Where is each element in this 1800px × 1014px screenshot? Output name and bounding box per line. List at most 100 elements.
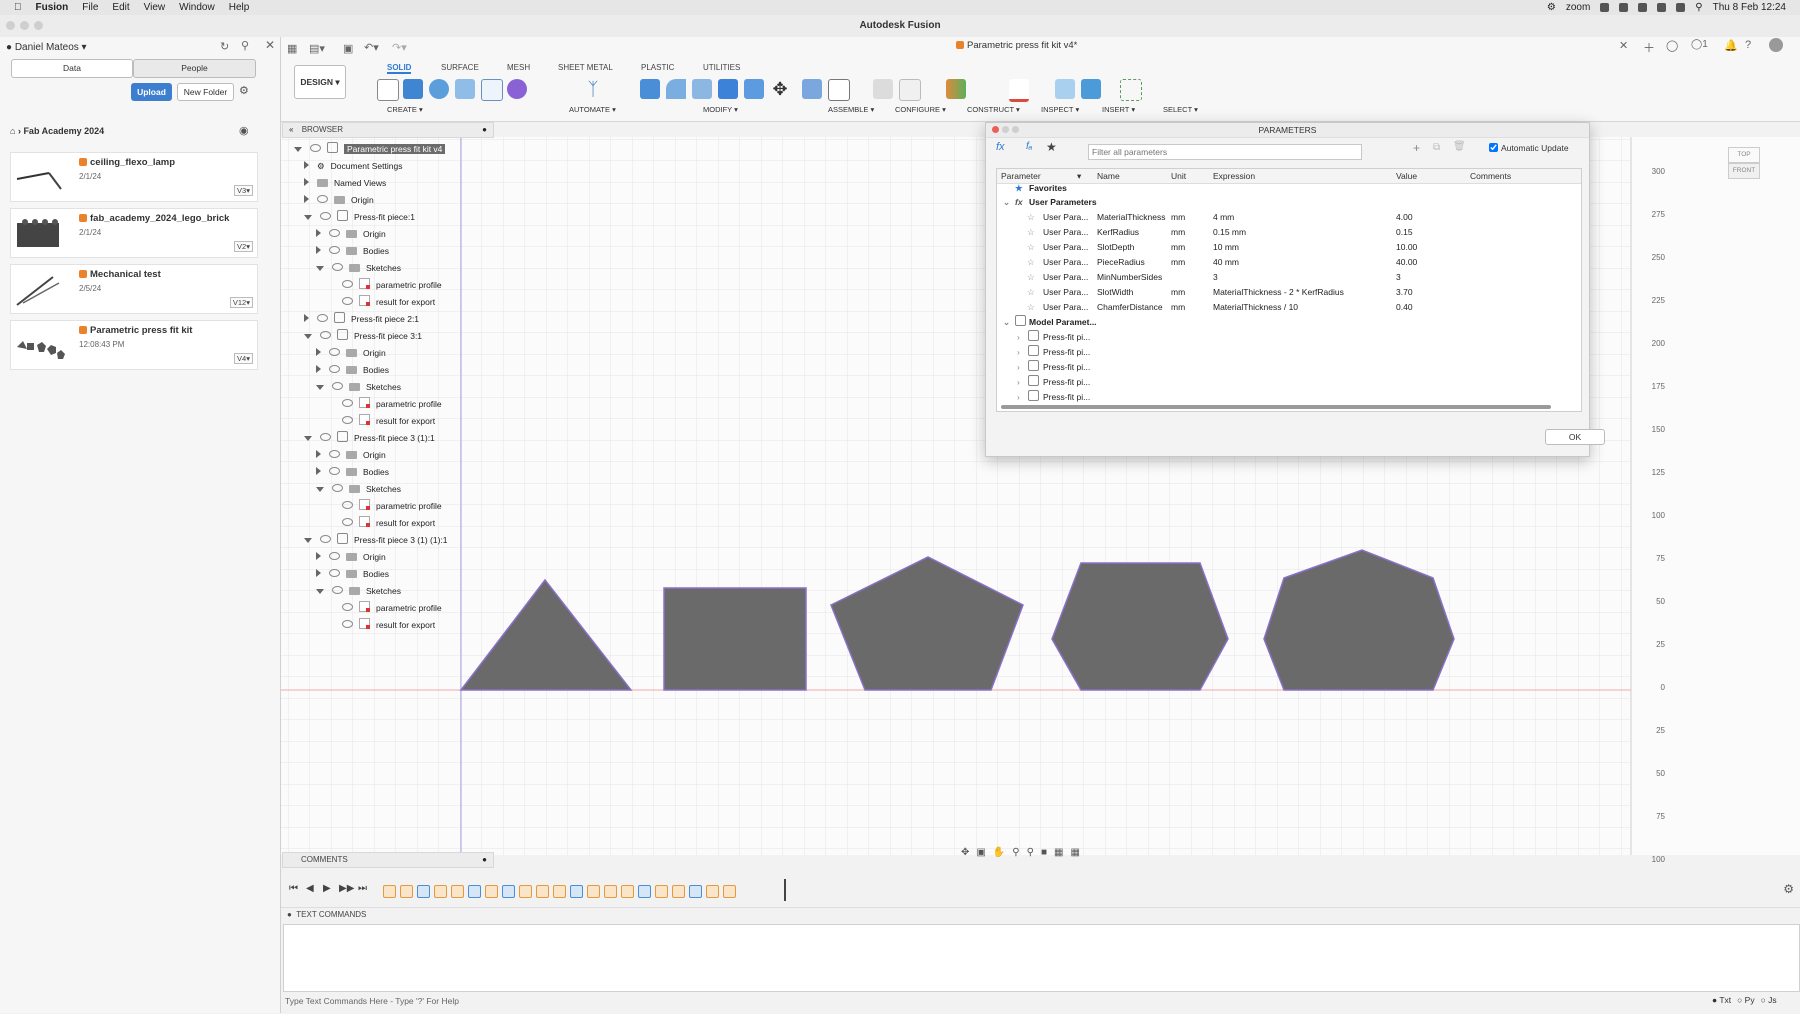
model-parameter-row[interactable]: › Press-fit pi... (997, 390, 1581, 404)
browser-header[interactable]: « BROWSER ● (282, 122, 494, 138)
extrude-icon[interactable] (403, 79, 423, 99)
timeline-feature[interactable] (383, 885, 396, 898)
visibility-icon[interactable] (329, 467, 340, 475)
gear-status-icon[interactable]: ⚙ (1547, 2, 1556, 13)
file-item[interactable]: fab_academy_2024_lego_brick 2/1/24 V2▾ (10, 208, 258, 258)
visibility-icon[interactable] (329, 348, 340, 356)
menu-view[interactable]: View (144, 2, 166, 13)
fit-icon[interactable]: ⚲ (1027, 847, 1034, 858)
status-icon[interactable] (1600, 3, 1610, 12)
configure-icon[interactable] (873, 79, 893, 99)
tree-item[interactable]: Bodies (316, 567, 389, 581)
timeline-feature[interactable] (570, 885, 583, 898)
tree-item[interactable]: Press-fit piece 3 (1):1 (304, 431, 435, 445)
move-icon[interactable]: ✥ (770, 79, 790, 99)
timeline-prev-icon[interactable]: ◀ (306, 883, 314, 894)
measure-icon[interactable] (1009, 79, 1029, 102)
visibility-icon[interactable] (332, 586, 343, 594)
tree-item[interactable]: Bodies (316, 465, 389, 479)
save-icon[interactable]: ▣ (343, 42, 353, 55)
tree-item[interactable]: Bodies (316, 244, 389, 258)
select-icon[interactable] (1120, 79, 1142, 101)
tree-item[interactable]: Sketches (316, 584, 401, 598)
timeline-feature[interactable] (638, 885, 651, 898)
tree-item[interactable]: Sketches (316, 261, 401, 275)
pin-icon[interactable]: ● (482, 123, 487, 137)
timeline-feature[interactable] (536, 885, 549, 898)
timeline-feature[interactable] (672, 885, 685, 898)
visibility-icon[interactable] (329, 229, 340, 237)
fillet-icon[interactable] (666, 79, 686, 99)
automatic-update-toggle[interactable]: Automatic Update (1489, 143, 1569, 153)
create-sketch-icon[interactable] (377, 79, 399, 101)
mode-py[interactable]: ○ Py (1737, 995, 1754, 1005)
pin-icon[interactable]: ● (482, 853, 487, 867)
timeline-feature[interactable] (723, 885, 736, 898)
zoom-window-button[interactable] (34, 21, 43, 30)
timeline-feature[interactable] (451, 885, 464, 898)
globe-icon[interactable]: ◉ (239, 124, 249, 137)
search-icon[interactable]: ⚲ (241, 39, 249, 52)
version-badge[interactable]: V4▾ (234, 353, 253, 364)
grid-icon[interactable]: ▦ (287, 42, 297, 55)
undo-icon[interactable]: ↶▾ (364, 41, 379, 54)
file-item[interactable]: ceiling_flexo_lamp 2/1/24 V3▾ (10, 152, 258, 202)
timeline-feature[interactable] (689, 885, 702, 898)
user-menu[interactable]: ● Daniel Mateos ▾ (6, 42, 87, 53)
tree-item[interactable]: Origin (304, 193, 374, 207)
file-item[interactable]: Parametric press fit kit 12:08:43 PM V4▾ (10, 320, 258, 370)
automate-menu[interactable]: AUTOMATE ▾ (569, 105, 616, 114)
automatic-update-checkbox[interactable] (1489, 143, 1498, 152)
inspect-menu[interactable]: INSPECT ▾ (1041, 105, 1079, 114)
ok-button[interactable]: OK (1545, 429, 1605, 445)
tree-item[interactable]: result for export (342, 516, 435, 530)
filter-parameters-input[interactable] (1088, 144, 1362, 160)
insert-menu[interactable]: INSERT ▾ (1102, 105, 1135, 114)
timeline-settings-icon[interactable]: ⚙ (1783, 882, 1794, 896)
tab-data[interactable]: Data (11, 59, 133, 78)
timeline-feature[interactable] (434, 885, 447, 898)
star-icon[interactable]: ☆ (1027, 270, 1035, 284)
visibility-icon[interactable] (342, 620, 353, 628)
apple-icon[interactable]:  (14, 2, 22, 13)
tab-utilities[interactable]: UTILITIES (703, 63, 740, 72)
automate-icon[interactable]: ᛉ (583, 79, 603, 99)
menu-edit[interactable]: Edit (112, 2, 129, 13)
parameter-row[interactable]: ☆ User Para... SlotWidth mm MaterialThicknes… (997, 285, 1581, 299)
tree-item[interactable]: Named Views (304, 176, 386, 190)
timeline-last-icon[interactable]: ⏭ (358, 883, 367, 894)
model-parameters-row[interactable]: ⌄ Model Paramet... (997, 315, 1581, 329)
delete-parameter-icon[interactable]: 🗑 (1453, 141, 1466, 152)
visibility-icon[interactable] (329, 365, 340, 373)
menu-file[interactable]: File (82, 2, 98, 13)
expand-icon[interactable] (294, 147, 302, 152)
star-icon[interactable]: ☆ (1027, 300, 1035, 314)
chevron-right-icon[interactable]: › (1017, 375, 1020, 389)
tree-item[interactable]: result for export (342, 414, 435, 428)
visibility-icon[interactable] (342, 518, 353, 526)
timeline-play-icon[interactable]: ▶ (323, 883, 331, 894)
close-dialog-button[interactable] (992, 126, 999, 133)
home-icon[interactable]: ⌂ (10, 126, 15, 136)
timeline-feature[interactable] (706, 885, 719, 898)
text-command-input[interactable]: Type Text Commands Here - Type '?' For H… (283, 993, 1483, 1009)
timeline-feature[interactable] (604, 885, 617, 898)
revolve-icon[interactable] (429, 79, 449, 99)
model-parameter-row[interactable]: › Press-fit pi... (997, 345, 1581, 359)
tab-solid[interactable]: SOLID (387, 63, 412, 74)
status-icon[interactable] (1657, 3, 1667, 12)
parameter-row[interactable]: ☆ User Para... ChamferDistance mm MaterialTh… (997, 300, 1581, 314)
timeline-feature[interactable] (485, 885, 498, 898)
tree-item[interactable]: parametric profile (342, 278, 442, 292)
chevron-right-icon[interactable]: › (1017, 345, 1020, 359)
chevron-right-icon[interactable]: › (1017, 360, 1020, 374)
tree-item[interactable]: Sketches (316, 482, 401, 496)
document-tab[interactable]: Parametric press fit kit v4* (956, 40, 1077, 51)
modify-menu[interactable]: MODIFY ▾ (703, 105, 738, 114)
tree-item[interactable]: Origin (316, 550, 386, 564)
tab-mesh[interactable]: MESH (507, 63, 530, 72)
model-parameter-row[interactable]: › Press-fit pi... (997, 330, 1581, 344)
minimize-window-button[interactable] (20, 21, 29, 30)
select-menu[interactable]: SELECT ▾ (1163, 105, 1198, 114)
visibility-icon[interactable] (320, 212, 331, 220)
